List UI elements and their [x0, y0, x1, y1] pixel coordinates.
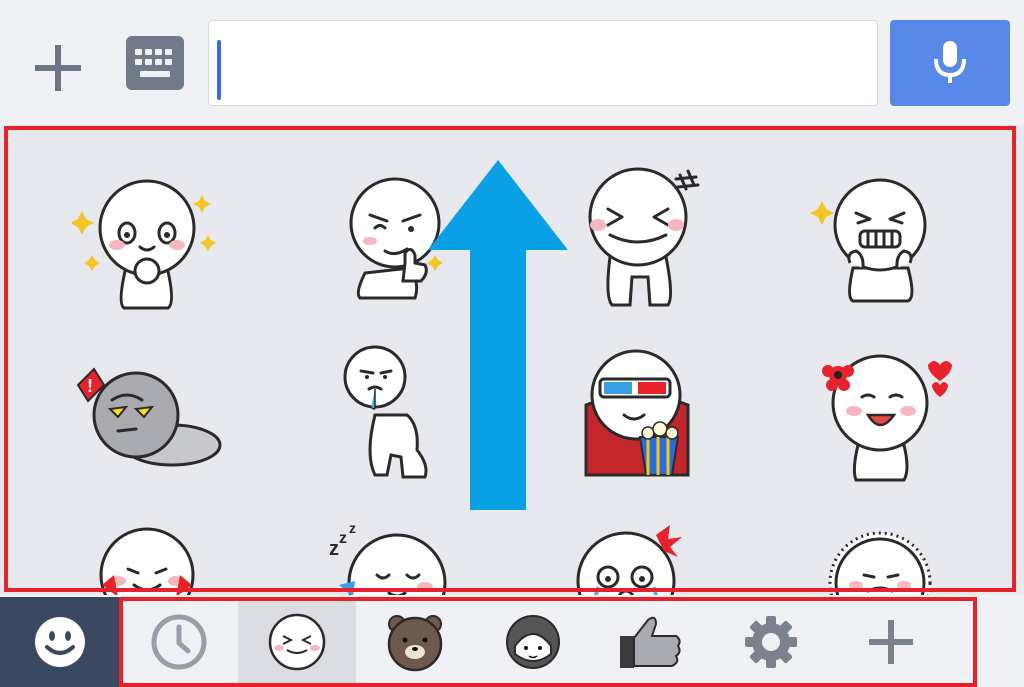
girl-sticker-tab[interactable] — [474, 601, 592, 683]
sticker-grid: ! z z z — [0, 125, 1024, 595]
sticker-3d-glasses-popcorn[interactable] — [578, 345, 728, 495]
svg-text:z: z — [339, 530, 347, 547]
recent-tab[interactable] — [120, 601, 238, 683]
sticker-laughing-squint[interactable] — [570, 167, 720, 317]
add-sticker-tab[interactable] — [832, 601, 950, 683]
voice-input-button[interactable] — [890, 20, 1010, 106]
attach-button[interactable] — [28, 38, 88, 98]
sticker-angry-shaded[interactable]: ! — [72, 345, 222, 495]
sticker-smiling-peek[interactable] — [72, 515, 222, 595]
thumbs-up-tab[interactable] — [592, 601, 710, 683]
moon-sticker-tab[interactable] — [238, 601, 356, 683]
microphone-icon — [934, 41, 966, 83]
text-caret — [217, 40, 221, 100]
sticker-sleeping-zzz[interactable]: z z z — [325, 515, 475, 595]
clock-icon — [151, 614, 207, 670]
gear-icon — [745, 616, 797, 668]
svg-text:!: ! — [87, 376, 93, 396]
sticker-flower-hearts-happy[interactable] — [808, 345, 958, 495]
sticker-sparkle-pleading[interactable] — [70, 173, 222, 323]
svg-text:z: z — [349, 520, 356, 536]
smiley-icon — [34, 617, 85, 667]
arrow-up-icon — [428, 160, 568, 510]
brown-bear-tab[interactable] — [356, 601, 474, 683]
thumbs-up-icon — [620, 616, 681, 668]
girl-face-icon — [506, 615, 560, 669]
keyboard-button[interactable] — [126, 36, 184, 90]
sticker-grinning-excited[interactable] — [808, 173, 958, 323]
plus-icon — [35, 45, 81, 91]
moon-face-icon — [268, 613, 326, 671]
emoji-tab[interactable] — [0, 597, 119, 687]
plus-icon — [869, 620, 913, 664]
bear-icon — [387, 615, 443, 672]
svg-text:z: z — [329, 538, 339, 560]
settings-tab[interactable] — [712, 601, 830, 683]
message-input[interactable] — [208, 20, 878, 106]
sticker-dotted-sad[interactable] — [808, 515, 958, 595]
sticker-crying-ribbon[interactable] — [570, 515, 720, 595]
